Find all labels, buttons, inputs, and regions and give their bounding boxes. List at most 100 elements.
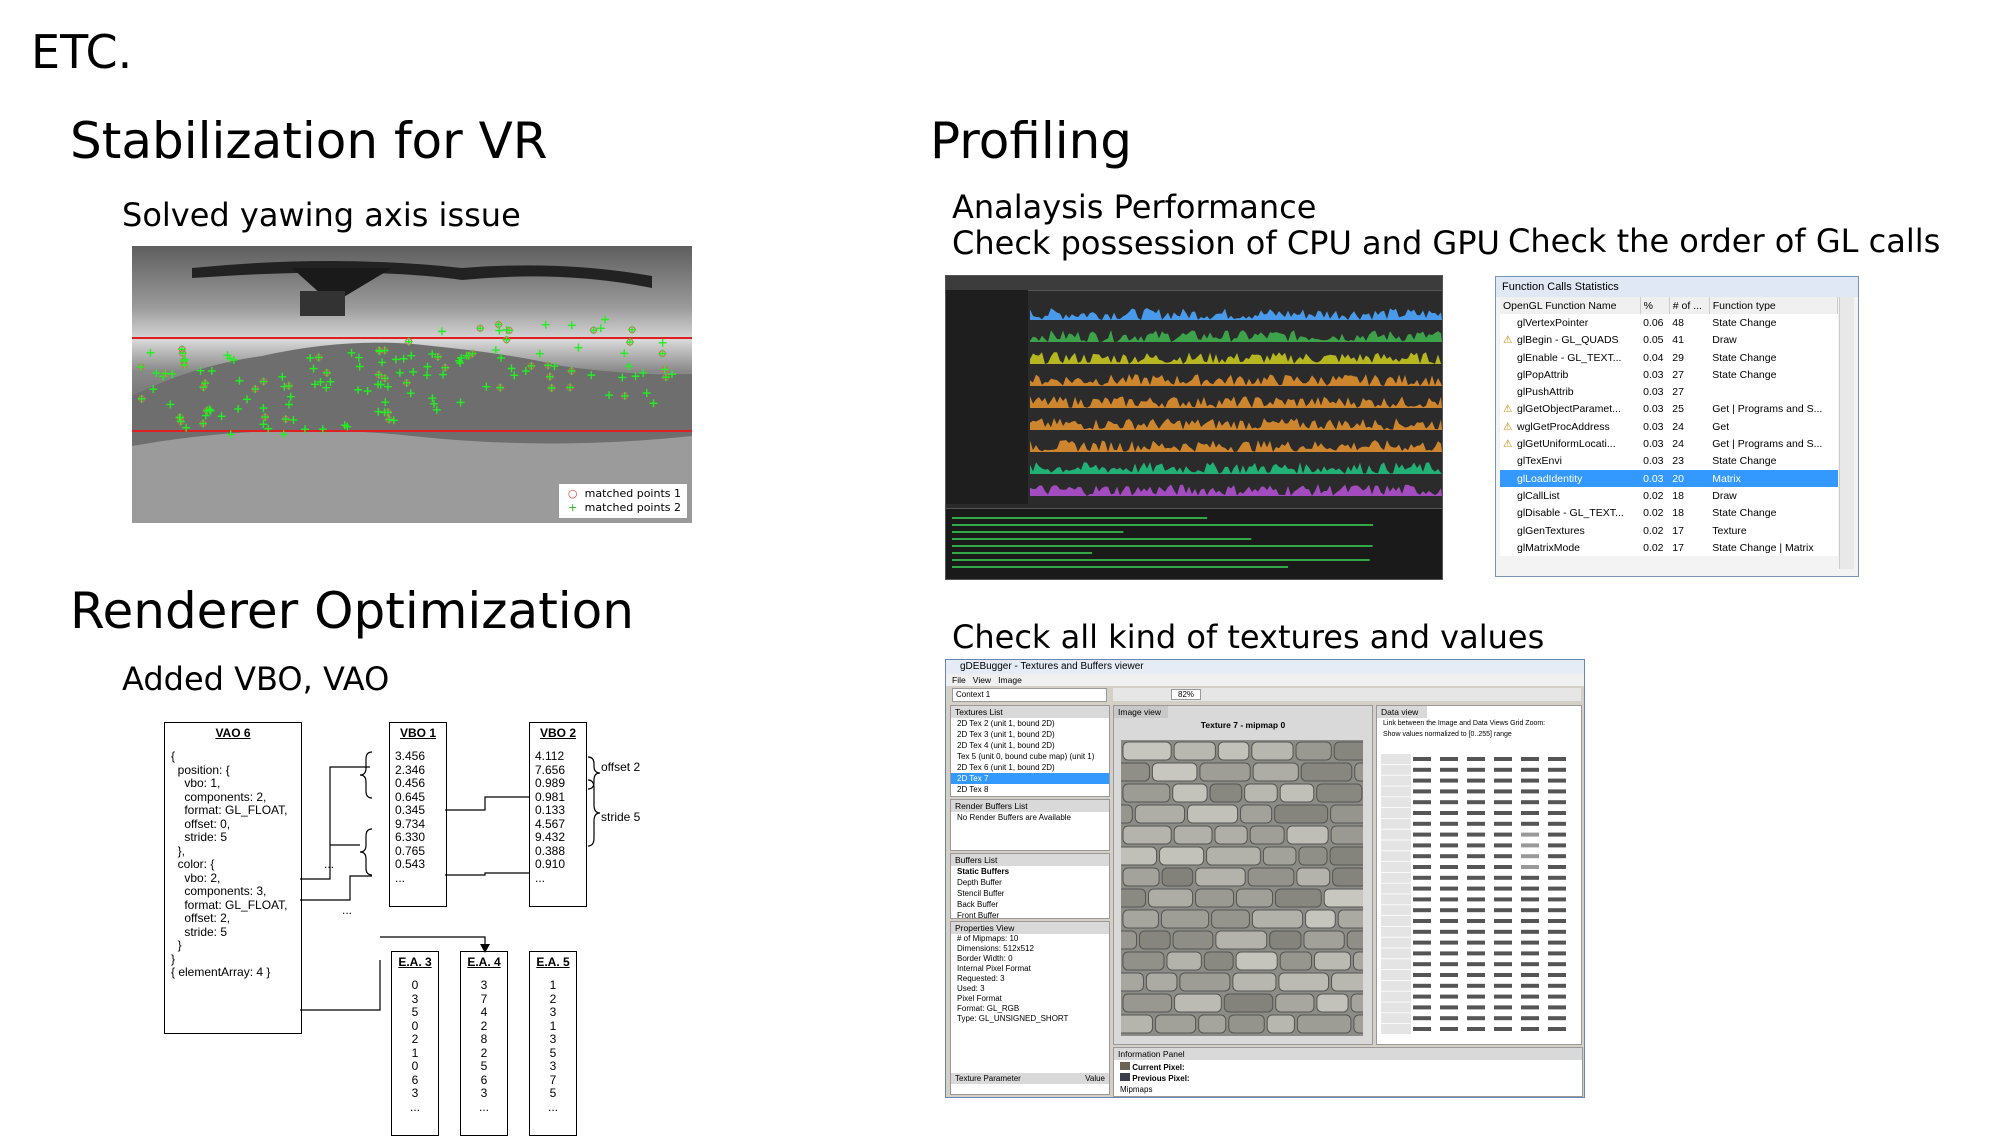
grid-cell xyxy=(1494,757,1512,761)
gl-count: 41 xyxy=(1672,334,1684,347)
grid-row-header xyxy=(1381,894,1411,905)
gl-function-name: glPopAttrib xyxy=(1517,368,1569,381)
grid-cell xyxy=(1467,929,1485,934)
buffer-list-item[interactable]: Stencil Buffer xyxy=(951,888,1109,899)
warning-icon: ⚠ xyxy=(1503,403,1513,416)
grid-cell xyxy=(1548,962,1566,967)
buffer-list-item[interactable]: Static Buffers xyxy=(951,866,1109,877)
gl-table-scrollbar[interactable] xyxy=(1839,297,1854,569)
gl-call-row[interactable]: glPopAttrib 0.03 27 State Change xyxy=(1500,366,1838,383)
grid-cell xyxy=(1548,919,1566,923)
grid-cell xyxy=(1413,843,1431,848)
grid-cell xyxy=(1548,875,1566,880)
context-select[interactable]: Context 1 xyxy=(952,688,1107,702)
stone xyxy=(1145,972,1178,992)
buffer-list-item[interactable]: Depth Buffer xyxy=(951,877,1109,888)
gl-call-row[interactable]: ⚠ wglGetProcAddress 0.03 24 Get xyxy=(1500,418,1838,435)
property-line: Internal Pixel Format xyxy=(957,964,1031,973)
grid-cell xyxy=(1521,1027,1539,1031)
grid-cell xyxy=(1440,778,1458,783)
textures-buffers-viewer-window: gDEBugger - Textures and Buffers viewer … xyxy=(945,659,1585,1098)
stone xyxy=(1223,993,1274,1013)
grid-row-header xyxy=(1381,872,1411,883)
stone xyxy=(1174,993,1222,1013)
grid-cell xyxy=(1521,789,1539,794)
gl-call-row[interactable]: glLoadIdentity 0.03 20 Matrix xyxy=(1500,469,1838,488)
texture-parameter-header: Texture Parameter Value xyxy=(951,1073,1109,1084)
stone xyxy=(1331,972,1363,992)
stone xyxy=(1173,825,1213,845)
col-function-type[interactable]: Function type xyxy=(1709,297,1839,315)
stone xyxy=(1172,930,1214,950)
grid-cell xyxy=(1413,940,1431,945)
gl-percent: 0.02 xyxy=(1643,524,1664,537)
previous-pixel-swatch xyxy=(1120,1073,1130,1081)
gl-call-row[interactable]: glMatrixMode 0.02 17 State Change | Matrix xyxy=(1500,539,1838,556)
stone xyxy=(1352,951,1363,971)
grid-cell xyxy=(1521,821,1539,826)
data-view-tab[interactable]: Data view xyxy=(1377,706,1427,718)
gl-call-row[interactable]: glGenTextures 0.02 17 Texture xyxy=(1500,522,1838,539)
gl-function-name-cell: glCallList xyxy=(1500,487,1640,504)
gl-call-row[interactable]: glVertexPointer 0.06 48 State Change xyxy=(1500,314,1838,331)
col-percent[interactable]: % xyxy=(1640,297,1670,315)
stone xyxy=(1121,804,1133,824)
grid-cell xyxy=(1521,832,1539,837)
gl-function-type: State Change | Matrix xyxy=(1712,541,1814,554)
col-function-name[interactable]: OpenGL Function Name xyxy=(1500,297,1641,315)
stone xyxy=(1296,1014,1352,1034)
grid-cell xyxy=(1440,767,1458,772)
property-line: Used: 3 xyxy=(957,984,985,993)
buffer-list-item[interactable]: Back Buffer xyxy=(951,899,1109,910)
texture-list-item[interactable]: Tex 5 (unit 0, bound cube map) (unit 1) xyxy=(951,751,1109,762)
image-view-tab[interactable]: Image view xyxy=(1114,706,1168,718)
gl-call-row[interactable]: ⚠ glGetUniformLocati... 0.03 24 Get | Progra… xyxy=(1500,435,1838,452)
buffers-list-title: Buffers List xyxy=(951,854,1109,866)
gl-call-row[interactable]: glTexEnvi 0.03 23 State Change xyxy=(1500,453,1838,470)
texture-list-item[interactable]: 2D Tex 6 (unit 1, bound 2D) xyxy=(951,762,1109,773)
col-count[interactable]: # of ... xyxy=(1669,297,1710,315)
texture-list-item[interactable]: 2D Tex 7 xyxy=(951,773,1109,784)
grid-cell xyxy=(1494,983,1512,988)
grid-cell xyxy=(1440,908,1458,913)
grid-row-header xyxy=(1381,764,1411,775)
stone xyxy=(1195,888,1235,908)
stone xyxy=(1211,909,1250,929)
gl-call-row[interactable]: glEnable - GL_TEXT... 0.04 29 State Change xyxy=(1500,349,1838,366)
grid-cell xyxy=(1494,821,1512,826)
link-views-checkbox[interactable]: Link between the Image and Data Views Gr… xyxy=(1377,718,1581,729)
tex-value-label: Value xyxy=(1085,1074,1105,1083)
zoom-select[interactable]: 82% xyxy=(1171,689,1202,700)
menu-file[interactable]: File xyxy=(952,675,966,685)
buffer-list-item[interactable]: Front Buffer xyxy=(951,910,1109,921)
gl-call-row[interactable]: ⚠ glGetObjectParamet... 0.03 25 Get | Progra… xyxy=(1500,401,1838,418)
stone xyxy=(1159,846,1205,866)
gl-percent: 0.03 xyxy=(1640,469,1670,488)
gl-call-row[interactable]: glPushAttrib 0.03 27 xyxy=(1500,383,1838,400)
grid-cell xyxy=(1494,800,1512,805)
grid-cell xyxy=(1413,973,1431,977)
stone xyxy=(1346,930,1363,950)
grid-row-header xyxy=(1381,1002,1411,1013)
menu-view[interactable]: View xyxy=(973,675,991,685)
gl-call-row[interactable]: glCallList 0.02 18 Draw xyxy=(1500,487,1838,504)
gl-function-name-cell: glGenTextures xyxy=(1500,522,1640,539)
gl-function-type xyxy=(1709,383,1837,400)
stone xyxy=(1232,972,1277,992)
texture-list-item[interactable]: 2D Tex 2 (unit 1, bound 2D) xyxy=(951,718,1109,729)
grid-row-header xyxy=(1381,862,1411,872)
menu-image[interactable]: Image xyxy=(998,675,1022,685)
texture-list-item[interactable]: 2D Tex 8 xyxy=(951,784,1109,795)
gl-call-row[interactable]: ⚠ glBegin - GL_QUADS 0.05 41 Draw xyxy=(1500,332,1838,349)
grid-cell xyxy=(1548,811,1566,815)
grid-cell xyxy=(1413,897,1431,902)
texture-list-item[interactable]: 2D Tex 3 (unit 1, bound 2D) xyxy=(951,729,1109,740)
data-grid xyxy=(1381,754,1566,1034)
gl-count: 20 xyxy=(1669,469,1710,488)
grid-row-header xyxy=(1381,1013,1411,1024)
grid-cell xyxy=(1494,875,1512,880)
stone xyxy=(1329,846,1363,866)
normalize-checkbox[interactable]: Show values normalized to [0..255] range xyxy=(1377,729,1581,740)
texture-list-item[interactable]: 2D Tex 4 (unit 1, bound 2D) xyxy=(951,740,1109,751)
gl-call-row[interactable]: glDisable - GL_TEXT... 0.02 18 State Change xyxy=(1500,505,1838,522)
